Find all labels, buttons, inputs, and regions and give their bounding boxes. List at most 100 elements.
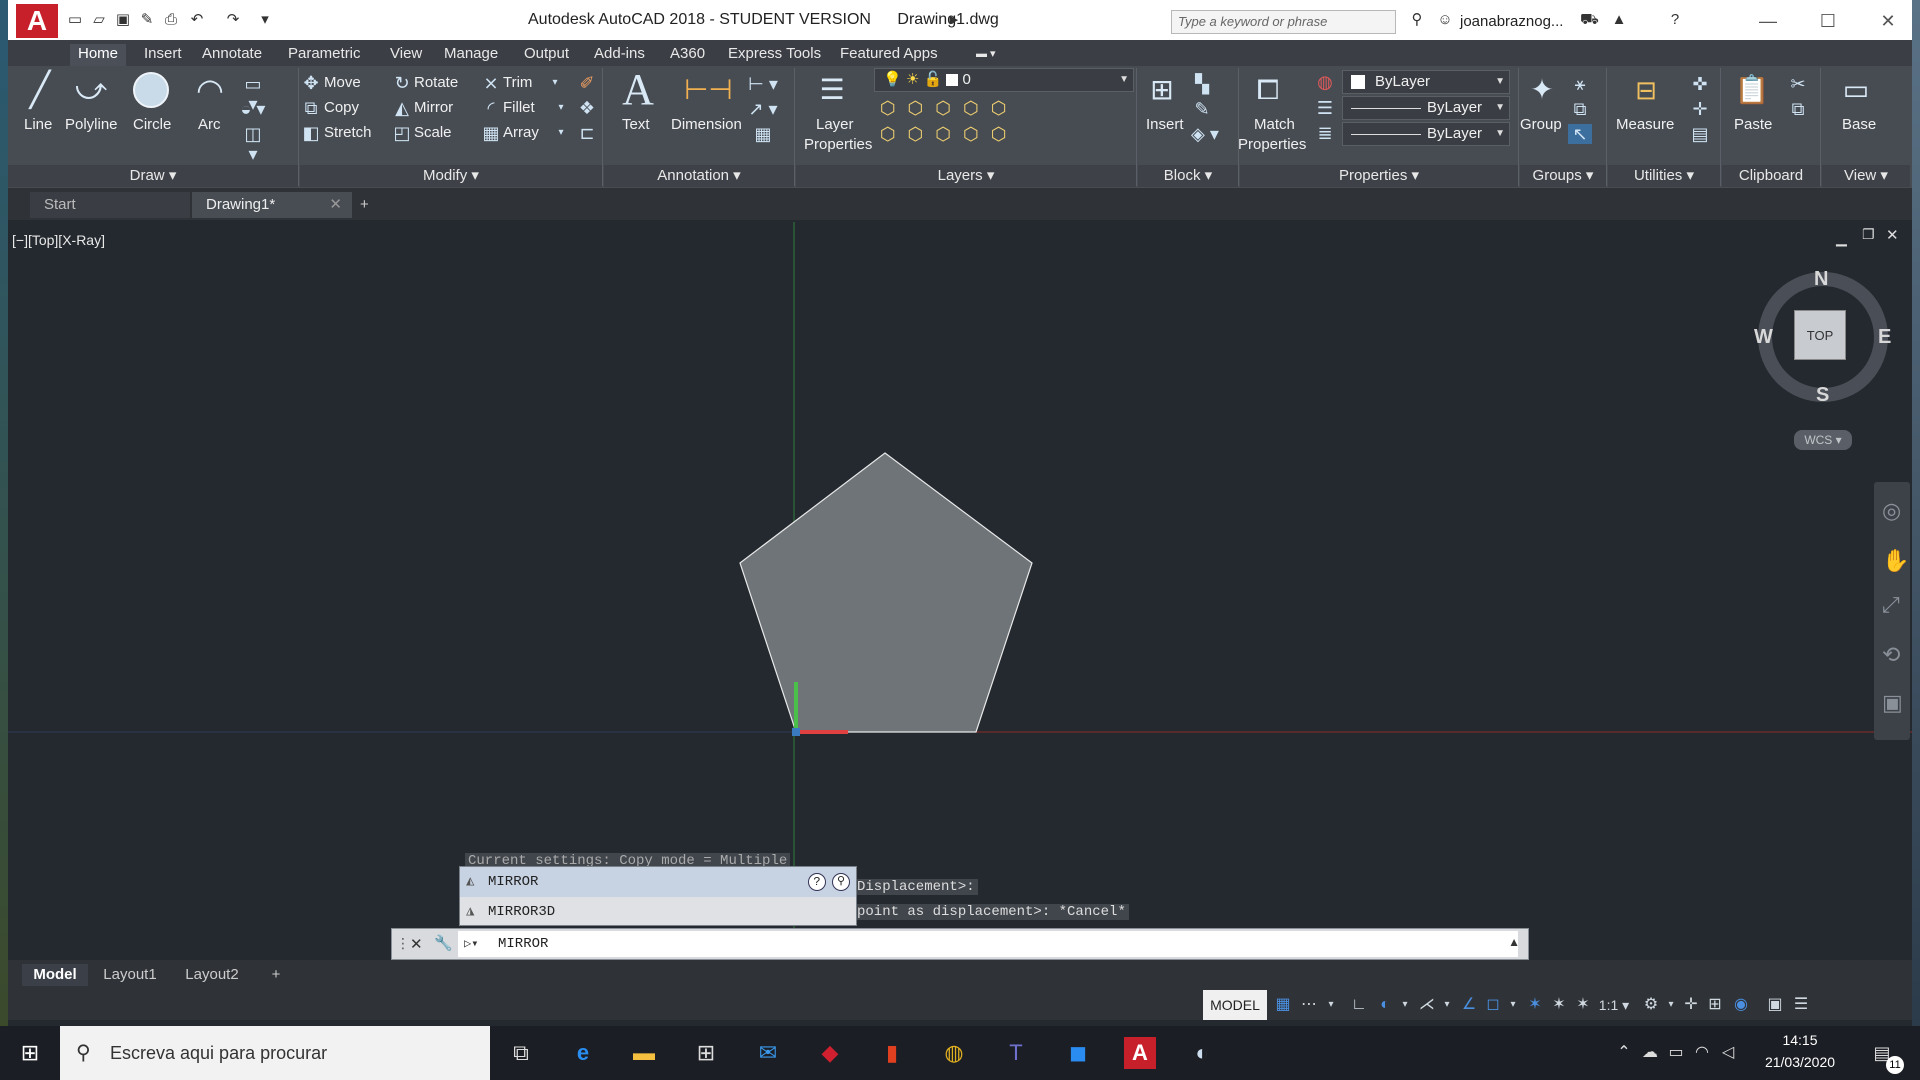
new-tab-icon[interactable]: + [352, 192, 382, 218]
annotation-monitor-icon[interactable]: ✛ [1680, 994, 1702, 1016]
annotation-panel-label[interactable]: Annotation ▾ [604, 165, 794, 187]
snap-dropdown-icon[interactable]: ▾ [1320, 994, 1342, 1016]
trim-button[interactable]: Trim [503, 74, 532, 91]
volume-icon[interactable]: ◁ [1712, 1037, 1744, 1069]
tab-addins[interactable]: Add-ins [586, 44, 653, 66]
ribbon-toggle-icon[interactable]: ▬ ▾ [968, 44, 1004, 66]
search-input[interactable]: Type a keyword or phrase [1171, 10, 1396, 34]
offset-icon[interactable]: ⊏ [576, 123, 598, 143]
arc-button[interactable]: Arc [198, 116, 221, 133]
copy-button[interactable]: Copy [324, 99, 359, 116]
compass-north[interactable]: N [1814, 268, 1828, 291]
tab-express-tools[interactable]: Express Tools [720, 44, 829, 66]
orbit-icon[interactable]: ⟲ [1882, 642, 1900, 668]
group-selection-icon[interactable]: ↖ [1568, 124, 1592, 144]
customization-menu-icon[interactable]: ☰ [1790, 994, 1812, 1016]
cut-icon[interactable]: ✂ [1786, 74, 1810, 94]
rotate-button[interactable]: Rotate [414, 74, 458, 91]
clipboard-panel-label[interactable]: Clipboard [1722, 165, 1820, 187]
dimension-button[interactable]: Dimension [671, 116, 742, 133]
mirror-button[interactable]: Mirror [414, 99, 453, 116]
tab-home[interactable]: Home [70, 44, 127, 66]
draw-panel-label[interactable]: Draw ▾ [8, 165, 298, 187]
create-block-icon[interactable]: ▚ [1190, 74, 1214, 94]
leader-icon[interactable]: ↗ ▾ [746, 99, 780, 119]
drawing-canvas[interactable]: TOP N S E W WCS ▾ ▁ ❐ ✕ ◎ ✋ ⤢ ⟲ ▣ [8, 222, 1912, 958]
polar-icon[interactable]: ◐ [1374, 994, 1396, 1016]
trim-dropdown-icon[interactable]: ▾ [548, 73, 562, 93]
object-snap-dropdown-icon[interactable]: ▾ [1502, 994, 1524, 1016]
autocad-taskbar-icon[interactable]: A [1124, 1037, 1156, 1069]
erase-icon[interactable]: ✐ [576, 73, 598, 93]
chrome-icon[interactable]: ◍ [938, 1037, 970, 1069]
match-properties-button-line2[interactable]: Properties [1238, 136, 1306, 153]
tab-annotate[interactable]: Annotate [194, 44, 270, 66]
mcafee-icon[interactable]: ◆ [814, 1037, 846, 1069]
layer-dropdown[interactable]: 💡 ☀ 🔓 0 ▼ [874, 68, 1134, 92]
app-menu-button[interactable]: A [16, 4, 58, 38]
hatch-icon[interactable]: ◒ ▾ [238, 99, 268, 119]
isodraft-icon[interactable]: ⋌ [1416, 994, 1438, 1016]
workspace-dropdown-icon[interactable]: ▾ [1660, 994, 1682, 1016]
open-file-icon[interactable]: ▱ [90, 11, 108, 29]
scale-button[interactable]: Scale [414, 124, 452, 141]
linetype-dropdown[interactable]: ByLayer ▼ [1342, 96, 1510, 120]
object-snap-icon[interactable]: ◻ [1482, 994, 1504, 1016]
layers-panel-label[interactable]: Layers ▾ [796, 165, 1136, 187]
line-button[interactable]: Line [24, 116, 52, 133]
office-icon[interactable]: ▮ [876, 1037, 908, 1069]
tab-model[interactable]: Model [22, 964, 88, 986]
close-icon[interactable]: ✕ [329, 192, 342, 218]
units-icon[interactable]: ⊞ [1704, 994, 1726, 1016]
compass-east[interactable]: E [1878, 326, 1891, 349]
save-as-icon[interactable]: ✎ [138, 11, 156, 29]
search-icon[interactable]: ⚲ [832, 873, 850, 891]
add-layout-icon[interactable]: + [264, 964, 288, 986]
array-button[interactable]: Array [503, 124, 539, 141]
layer-properties-button[interactable]: Layer [816, 116, 854, 133]
maximize-icon[interactable]: ☐ [1808, 8, 1848, 34]
view-panel-label[interactable]: View ▾ [1822, 165, 1910, 187]
mail-icon[interactable]: ✉ [752, 1037, 784, 1069]
expand-search-icon[interactable]: ▶ [945, 11, 963, 29]
table-icon[interactable]: ▦ [746, 124, 780, 144]
scale-dropdown[interactable]: 1:1 ▾ [1596, 994, 1632, 1016]
paint-icon[interactable]: ◐ [1186, 1037, 1218, 1069]
object-snap-tracking-icon[interactable]: ∠ [1458, 994, 1480, 1016]
close-icon[interactable]: ✕ [410, 935, 423, 953]
workspace-gear-icon[interactable]: ⚙ [1640, 994, 1662, 1016]
zoom-extents-icon[interactable]: ⤢ [1882, 592, 1900, 618]
snap-icon[interactable]: ⋯ [1298, 994, 1320, 1016]
tab-parametric[interactable]: Parametric [280, 44, 369, 66]
viewcube-top-face[interactable]: TOP [1794, 310, 1846, 360]
suggestion-mirror[interactable]: ◭ MIRROR ? ⚲ [460, 867, 856, 897]
viewport-close-icon[interactable]: ✕ [1886, 226, 1899, 244]
zoom-icon[interactable]: ◼ [1062, 1037, 1094, 1069]
new-file-icon[interactable]: ▭ [66, 11, 84, 29]
groups-panel-label[interactable]: Groups ▾ [1520, 165, 1606, 187]
quick-select-icon[interactable]: ✜ [1688, 74, 1712, 94]
properties-panel-label[interactable]: Properties ▾ [1240, 165, 1518, 187]
tab-insert[interactable]: Insert [136, 44, 190, 66]
steering-wheel-icon[interactable]: ◎ [1882, 498, 1901, 524]
teams-icon[interactable]: T [1000, 1037, 1032, 1069]
tab-output[interactable]: Output [516, 44, 577, 66]
circle-button[interactable]: Circle [133, 116, 171, 133]
a360-icon[interactable]: ▲ [1610, 11, 1628, 29]
binoculars-icon[interactable]: ⚲ [1408, 11, 1426, 29]
lineweight-dropdown[interactable]: ByLayer ▼ [1342, 122, 1510, 146]
showmotion-icon[interactable]: ▣ [1882, 690, 1903, 716]
attribute-icon[interactable]: ◈ ▾ [1188, 124, 1222, 144]
paste-button[interactable]: Paste [1734, 116, 1772, 133]
suggestion-mirror3d[interactable]: ◮ MIRROR3D [460, 897, 856, 927]
wcs-menu[interactable]: WCS ▾ [1794, 430, 1852, 450]
compass-west[interactable]: W [1754, 326, 1773, 349]
user-icon[interactable]: ☺ [1436, 11, 1454, 29]
taskbar-time[interactable]: 14:15 [1760, 1032, 1840, 1048]
auto-scale-icon[interactable]: ✶ [1548, 994, 1570, 1016]
edit-block-icon[interactable]: ✎ [1190, 99, 1214, 119]
group-edit-icon[interactable]: ⧉ [1568, 99, 1592, 119]
user-name[interactable]: joanabraznog... [1460, 13, 1563, 30]
layer-tools-row2-icon[interactable]: ⬡⬡⬡⬡⬡ [874, 124, 1024, 144]
task-view-icon[interactable]: ⧉ [505, 1037, 537, 1069]
